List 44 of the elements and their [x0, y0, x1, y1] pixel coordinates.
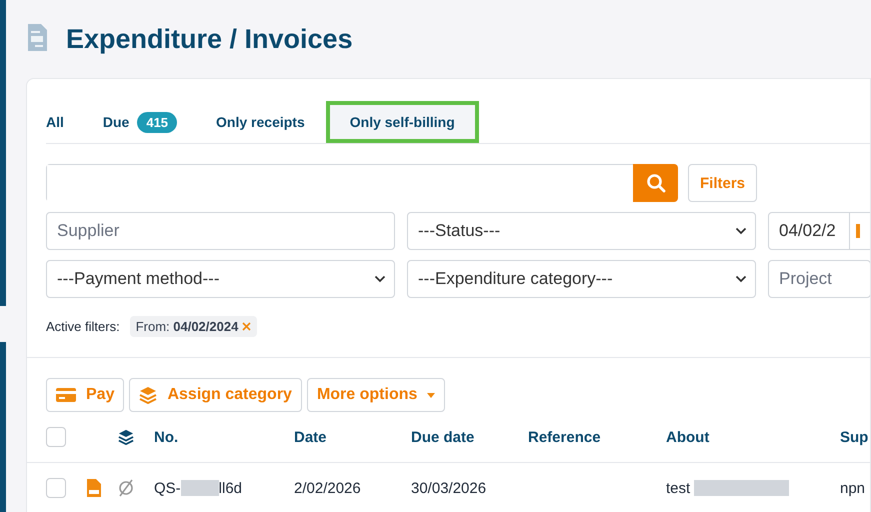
tab[interactable]: Due 415: [82, 101, 196, 143]
calendar-button[interactable]: [850, 212, 870, 250]
dropdown[interactable]: ---Status---: [407, 212, 756, 250]
table-cell-text: 30/03/2026: [411, 480, 488, 496]
remove-filter-button[interactable]: [242, 322, 252, 331]
dropdown[interactable]: ---Payment method---: [46, 260, 395, 298]
column-header[interactable]: Sup: [840, 428, 870, 446]
row-checkbox[interactable]: [46, 478, 66, 498]
column-header[interactable]: No.: [154, 428, 294, 446]
credit-card-icon: [56, 387, 76, 403]
count-badge: 415: [137, 112, 178, 132]
page-title: Expenditure / Invoices: [66, 24, 353, 54]
column-header[interactable]: Reference: [528, 428, 666, 446]
table-cell-text: 2/02/2026: [294, 480, 362, 496]
document-icon: [26, 23, 48, 53]
search-icon: [646, 173, 666, 193]
column-header[interactable]: About: [666, 428, 840, 446]
caret-icon: [427, 392, 436, 398]
chevron-down-icon: [735, 227, 747, 235]
tab[interactable]: Only self-billing: [326, 101, 479, 143]
layers-icon: [139, 386, 158, 404]
active-filters-label: Active filters:: [46, 319, 120, 334]
text-field[interactable]: Project: [768, 260, 870, 298]
date-field[interactable]: 04/02/2: [768, 212, 850, 250]
empty-set-icon: [118, 479, 134, 497]
close-icon: [242, 322, 252, 331]
dropdown[interactable]: ---Expenditure category---: [407, 260, 756, 298]
search-button[interactable]: [633, 164, 678, 202]
redacted-block: [180, 480, 219, 496]
table-cell-text: npn: [840, 480, 866, 496]
text-field[interactable]: Supplier: [46, 212, 395, 250]
layers-icon: [118, 429, 134, 445]
pdf-file-icon: [87, 479, 101, 497]
column-header[interactable]: Due date: [411, 428, 528, 446]
select-all-checkbox[interactable]: [46, 427, 66, 447]
chevron-down-icon: [374, 275, 386, 283]
tab[interactable]: All: [46, 101, 83, 143]
table-cell: test: [666, 480, 690, 496]
tab[interactable]: Only receipts: [196, 101, 324, 143]
chevron-down-icon: [735, 275, 747, 283]
invoice-number-text: ll6d: [218, 480, 242, 496]
column-header[interactable]: Date: [294, 428, 411, 446]
filter-chip-text: From: 04/02/2024: [136, 319, 238, 334]
invoice-number-text: QS-: [154, 480, 181, 496]
